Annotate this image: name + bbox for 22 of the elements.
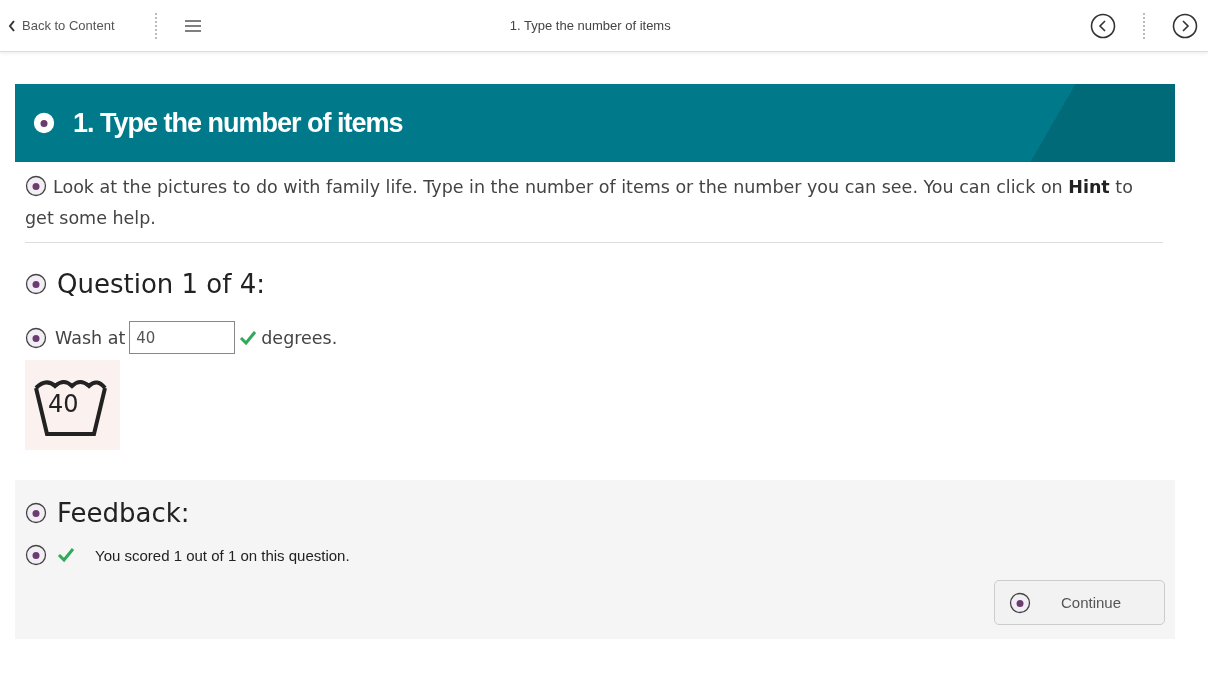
audio-button[interactable] [25,326,47,349]
question-text: degrees. [261,327,338,348]
wash-temperature: 40 [48,390,79,418]
audio-button[interactable] [1009,591,1031,614]
answer-field[interactable]: 40 [129,321,236,354]
continue-button[interactable]: Continue [994,580,1165,625]
audio-button[interactable] [25,544,47,566]
feedback-message: You scored 1 out of 1 on this question. [95,546,350,564]
audio-button[interactable] [25,273,47,295]
audio-button[interactable] [25,175,47,197]
section-title: 1. Type the number of items [73,107,403,139]
question-text: Wash at [55,327,126,348]
back-link[interactable]: Back to Content [8,18,115,33]
audio-button[interactable] [25,502,47,524]
feedback-heading: Feedback: [57,498,190,528]
question-heading: Question 1 of 4: [57,269,265,299]
previous-button[interactable] [1090,12,1116,39]
instructions: Look at the pictures to do with family life. Type in the number of items or the number you can see. You can click on Hint to get some help. [25,174,1163,243]
page-title: 1. Type the number of items [508,18,672,33]
menu-icon[interactable] [184,19,201,32]
next-button[interactable] [1172,12,1198,39]
chevron-left-icon [8,19,16,32]
